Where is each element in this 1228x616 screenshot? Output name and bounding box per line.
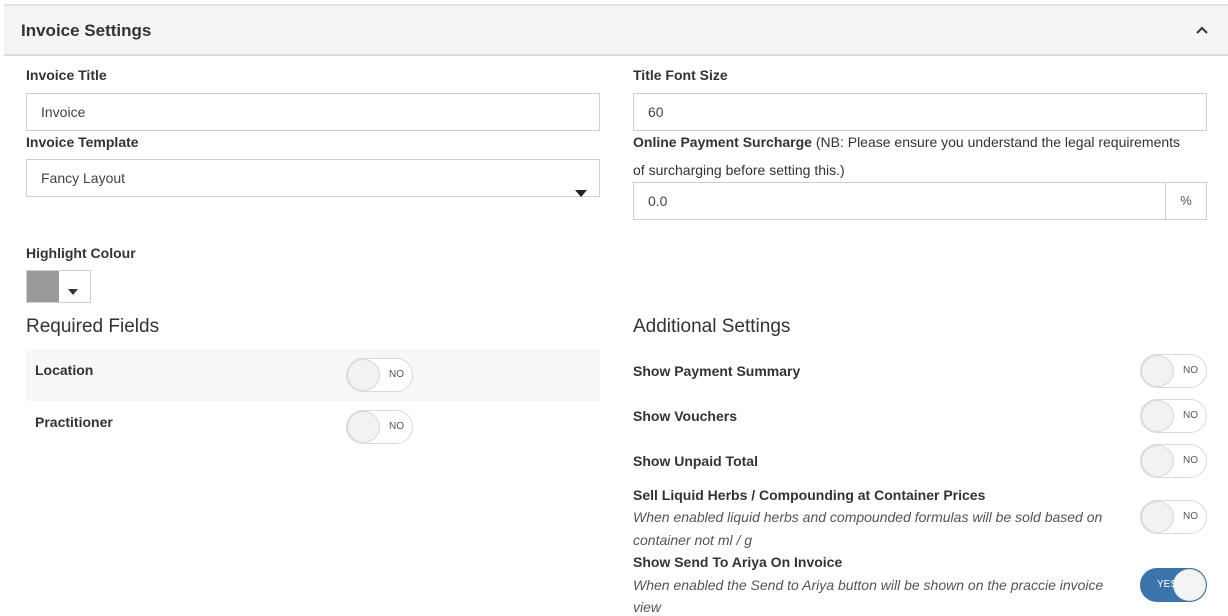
sell-liquid-herbs-desc-line2: container not ml / g [633, 532, 753, 548]
toggle-knob [1173, 569, 1206, 601]
toggle-knob [1141, 355, 1174, 387]
toggle-knob [1141, 445, 1174, 477]
sell-liquid-herbs-desc-line1: When enabled liquid herbs and compounded… [633, 509, 1103, 525]
toggle-knob [1141, 501, 1174, 533]
toggle-state: NO [389, 421, 404, 432]
location-label: Location [35, 362, 94, 378]
toggle-state: NO [1183, 410, 1198, 421]
invoice-template-select[interactable]: Fancy Layout [26, 159, 600, 197]
toggle-knob [347, 359, 380, 391]
caret-down-icon [575, 175, 587, 211]
required-field-row: Location NO [26, 349, 600, 401]
highlight-colour-label: Highlight Colour [26, 245, 136, 261]
invoice-title-label: Invoice Title [26, 67, 107, 83]
show-send-to-ariya-desc-line1: When enabled the Send to Ariya button wi… [633, 577, 1104, 593]
additional-settings-heading: Additional Settings [633, 316, 791, 337]
location-toggle[interactable]: NO [346, 358, 413, 392]
caret-down-icon [68, 283, 78, 301]
show-send-to-ariya-label: Show Send To Ariya On Invoice [633, 554, 843, 570]
toggle-state: YES [1157, 579, 1178, 590]
surcharge-note-line2: of surcharging before setting this.) [633, 162, 845, 178]
show-send-to-ariya-desc-line2: view [633, 599, 662, 615]
show-unpaid-total-label: Show Unpaid Total [633, 453, 758, 469]
surcharge-label-text: Online Payment Surcharge [633, 134, 812, 150]
panel-title: Invoice Settings [21, 21, 152, 40]
show-send-to-ariya-toggle[interactable]: YES [1140, 568, 1207, 602]
practitioner-toggle[interactable]: NO [346, 410, 413, 444]
surcharge-note-line1: (NB: Please ensure you understand the le… [815, 134, 1181, 150]
highlight-colour-picker[interactable] [26, 270, 91, 303]
show-payment-summary-toggle[interactable]: NO [1140, 354, 1207, 388]
toggle-knob [347, 411, 380, 443]
show-vouchers-toggle[interactable]: NO [1140, 399, 1207, 433]
required-fields-heading: Required Fields [26, 316, 160, 337]
sell-liquid-herbs-toggle[interactable]: NO [1140, 500, 1207, 534]
invoice-settings-header[interactable]: Invoice Settings [4, 4, 1228, 56]
toggle-state: NO [1183, 455, 1198, 466]
show-payment-summary-label: Show Payment Summary [633, 363, 801, 379]
title-font-size-input[interactable] [633, 93, 1207, 131]
invoice-template-selected: Fancy Layout [41, 170, 126, 186]
invoice-template-label: Invoice Template [26, 134, 139, 150]
surcharge-input[interactable]: 0.0 [648, 183, 667, 219]
online-payment-surcharge-label: Online Payment Surcharge (NB: Please ens… [633, 134, 1180, 150]
invoice-title-input[interactable] [26, 93, 600, 131]
show-unpaid-total-toggle[interactable]: NO [1140, 444, 1207, 478]
percent-addon: % [1165, 183, 1206, 219]
colour-swatch [27, 271, 59, 302]
chevron-up-icon[interactable] [1192, 20, 1212, 40]
required-field-row: Practitioner NO [26, 401, 600, 453]
toggle-state: NO [1183, 511, 1198, 522]
show-vouchers-label: Show Vouchers [633, 408, 737, 424]
toggle-state: NO [389, 369, 404, 380]
surcharge-input-group: 0.0 % [633, 182, 1207, 220]
toggle-knob [1141, 400, 1174, 432]
sell-liquid-herbs-label: Sell Liquid Herbs / Compounding at Conta… [633, 487, 986, 503]
practitioner-label: Practitioner [35, 414, 113, 430]
title-font-size-label: Title Font Size [633, 67, 728, 83]
toggle-state: NO [1183, 365, 1198, 376]
